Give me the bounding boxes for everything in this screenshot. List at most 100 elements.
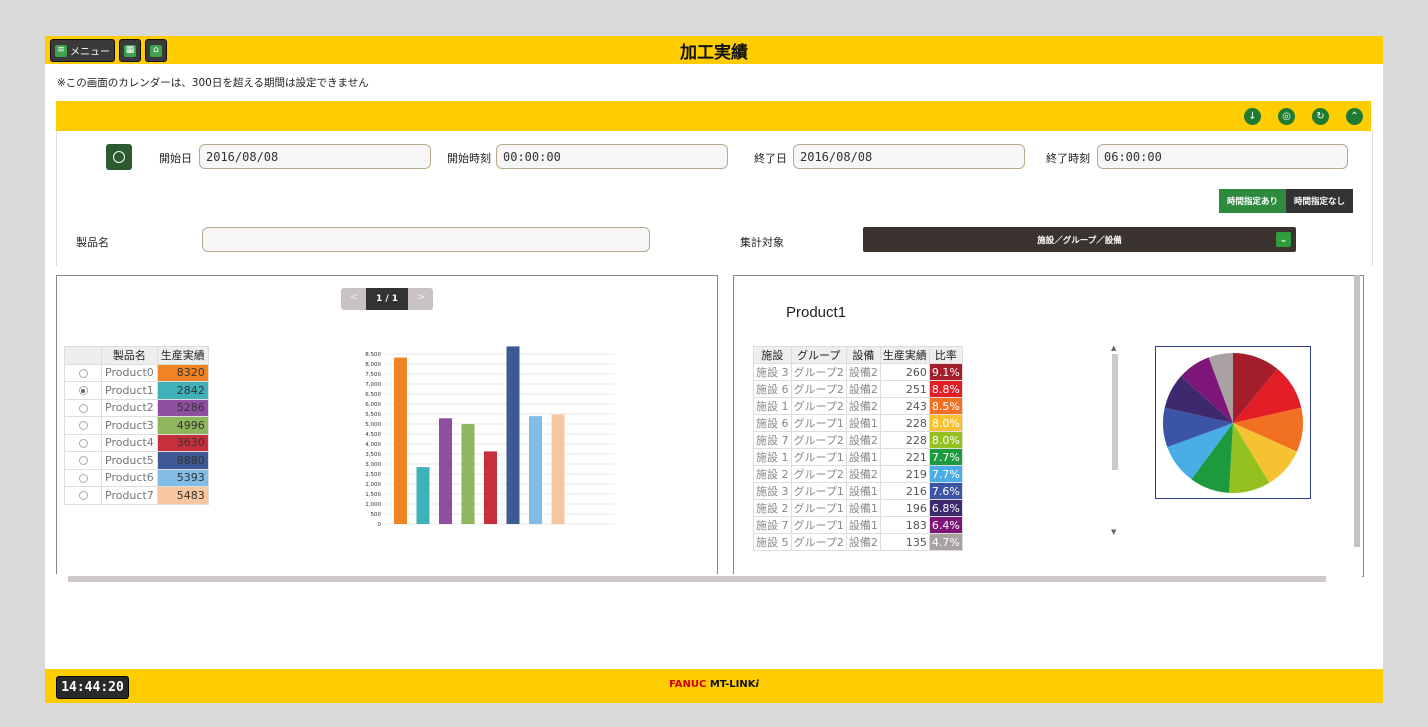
group-header: グループ (790, 346, 847, 364)
table-row[interactable]: Product5 8880 (64, 451, 209, 470)
y-tick-label: 1,500 (365, 492, 381, 498)
brand-fanuc: FANUC (669, 679, 707, 690)
table-row[interactable]: Product4 3630 (64, 433, 209, 452)
y-tick-label: 3,000 (365, 462, 381, 468)
equipment-header: 設備 (845, 346, 881, 364)
refresh-button[interactable]: ↻ (1312, 108, 1329, 125)
panel-vertical-scrollbar[interactable] (1352, 266, 1362, 578)
end-time-field[interactable]: 06:00:00 (1097, 144, 1348, 169)
detail-title: Product1 (786, 304, 847, 321)
detail-table-body: 施設 3 グループ2 設備2 260 9.1% 施設 6 グループ2 設備2 251 8.8% 施設… (753, 363, 963, 551)
product-detail-panel: Product1 施設 グループ 設備 生産実績 比率 施設 3 グループ2 設備2… (733, 275, 1364, 577)
detail-table-header: 施設 グループ 設備 生産実績 比率 (753, 346, 963, 364)
production-header: 生産実績 (879, 346, 930, 364)
download-button[interactable]: ↓ (1244, 108, 1261, 125)
start-date-field[interactable]: 2016/08/08 (199, 144, 431, 169)
refresh-icon: ↻ (1316, 111, 1325, 122)
radio-button[interactable] (78, 473, 88, 483)
detail-scrollbar[interactable]: ▲ ▼ (1110, 344, 1120, 536)
y-tick-label: 6,000 (365, 402, 381, 408)
target-select[interactable]: 施設／グループ／設備 ⌄ (863, 227, 1296, 252)
time-button[interactable] (106, 144, 132, 170)
bar-product1[interactable] (416, 467, 430, 524)
scroll-down-arrow[interactable]: ▼ (1111, 528, 1116, 536)
table-row[interactable]: Product3 4996 (64, 416, 209, 435)
radio-button-selected[interactable] (78, 386, 88, 396)
table-row[interactable]: Product0 8320 (64, 363, 209, 382)
bar-product7[interactable] (551, 414, 565, 524)
bar-product4[interactable] (484, 451, 497, 524)
ratio-cell: 7.7% (928, 448, 963, 466)
start-time-label: 開始時刻 (447, 152, 491, 165)
panel-vertical-thumb[interactable] (1354, 275, 1360, 547)
settings-button[interactable]: ◎ (1278, 108, 1295, 125)
radio-button[interactable] (78, 421, 88, 431)
production-cell: 135 (879, 533, 930, 551)
bar-product3[interactable] (461, 424, 475, 524)
radio-button[interactable] (78, 491, 88, 501)
pager-next-button[interactable]: > (417, 292, 425, 303)
y-tick-label: 7,000 (365, 382, 381, 388)
radio-cell[interactable] (64, 433, 102, 452)
scroll-up-arrow[interactable]: ▲ (1111, 344, 1116, 352)
toggle-time-on[interactable]: 時間指定あり (1219, 189, 1287, 213)
group-cell: グループ2 (790, 431, 847, 449)
y-tick-label: 500 (371, 512, 382, 518)
table-row[interactable]: Product1 2842 (64, 381, 209, 400)
pager-prev-button[interactable]: < (350, 292, 358, 303)
y-tick-label: 8,500 (365, 352, 381, 358)
top-bar: ≡ メニュー ▦ ⌂ 加工実績 (45, 36, 1383, 64)
equipment-cell: 設備1 (845, 448, 881, 466)
radio-cell[interactable] (64, 468, 102, 487)
detail-table: 施設 グループ 設備 生産実績 比率 施設 3 グループ2 設備2 260 9.1% 施設… (753, 346, 963, 551)
group-cell: グループ1 (790, 499, 847, 517)
start-time-field[interactable]: 00:00:00 (496, 144, 728, 169)
radio-button[interactable] (78, 456, 88, 466)
end-date-field[interactable]: 2016/08/08 (793, 144, 1025, 169)
ratio-cell: 7.6% (928, 482, 963, 500)
toggle-time-off[interactable]: 時間指定なし (1286, 189, 1354, 213)
end-date-label: 終了日 (754, 152, 787, 165)
bar-product2[interactable] (439, 418, 452, 524)
target-select-value: 施設／グループ／設備 (1037, 235, 1122, 246)
radio-cell[interactable] (64, 363, 102, 382)
table-row: 施設 6 グループ1 設備1 228 8.0% (753, 414, 963, 432)
y-tick-label: 7,500 (365, 372, 381, 378)
radio-button[interactable] (78, 403, 88, 413)
equipment-cell: 設備1 (845, 482, 881, 500)
panel-horizontal-thumb[interactable] (68, 576, 1326, 582)
product-name: Product0 (101, 363, 158, 382)
panel-horizontal-scrollbar[interactable] (56, 574, 1362, 584)
radio-cell[interactable] (64, 416, 102, 435)
equipment-cell: 設備2 (845, 363, 881, 381)
radio-cell[interactable] (64, 381, 102, 400)
brand-mt-link: MT-LINK (709, 679, 756, 690)
product-name: Product2 (101, 398, 158, 417)
product-table: 製品名 生産実績 Product0 8320 Product1 2842 Pro… (64, 346, 209, 505)
table-row[interactable]: Product6 5393 (64, 468, 209, 487)
product-field[interactable] (202, 227, 650, 252)
radio-button[interactable] (78, 368, 88, 378)
table-row[interactable]: Product2 5286 (64, 398, 209, 417)
bar-product5[interactable] (506, 346, 520, 524)
radio-cell[interactable] (64, 486, 102, 505)
pie-chart-box (1155, 346, 1311, 499)
detail-scroll-thumb[interactable] (1112, 354, 1118, 470)
radio-cell[interactable] (64, 451, 102, 470)
download-icon: ↓ (1248, 111, 1257, 122)
group-cell: グループ2 (790, 397, 847, 415)
equipment-cell: 設備1 (845, 516, 881, 534)
collapse-button[interactable]: ⌃ (1346, 108, 1363, 125)
radio-cell[interactable] (64, 398, 102, 417)
table-row: 施設 2 グループ2 設備2 219 7.7% (753, 465, 963, 483)
facility-cell: 施設 1 (753, 397, 792, 415)
group-cell: グループ2 (790, 363, 847, 381)
y-tick-label: 2,500 (365, 472, 381, 478)
start-date-label: 開始日 (159, 152, 192, 165)
radio-button[interactable] (78, 438, 88, 448)
bar-product0[interactable] (394, 357, 407, 524)
time-spec-toggle[interactable]: 時間指定あり 時間指定なし (1219, 189, 1354, 213)
table-row[interactable]: Product7 5483 (64, 486, 209, 505)
bar-product6[interactable] (529, 416, 542, 524)
group-cell: グループ1 (790, 448, 847, 466)
